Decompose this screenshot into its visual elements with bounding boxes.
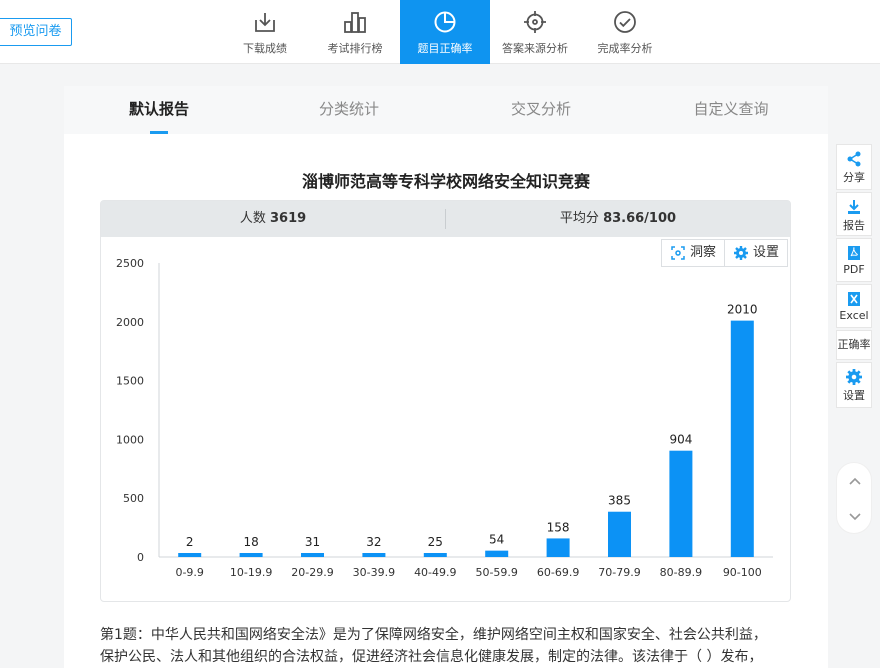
chart-settings-button[interactable]: 设置: [724, 239, 788, 267]
x-tick-label: 40-49.9: [414, 566, 456, 579]
tool-label: 考试排行榜: [327, 42, 383, 55]
bar: [669, 450, 693, 557]
y-tick-label: 0: [137, 551, 144, 564]
tool-label: 题目正确率: [417, 42, 473, 55]
accuracy-button[interactable]: 正确率: [836, 330, 872, 360]
settings-label: 设置: [753, 245, 780, 260]
pie-chart-icon: [434, 11, 456, 33]
report-title: 淄博师范高等专科学校网络安全知识竞赛: [301, 172, 590, 191]
chevron-up-icon: [849, 477, 861, 485]
gear-icon: [846, 369, 862, 385]
top-toolbar: 预览问卷 下载成绩 考试排行榜 题目正确率 答案来源分析 完成率分析: [0, 0, 880, 64]
insight-label: 洞察: [690, 245, 717, 260]
share-icon: [847, 151, 861, 167]
bar-value-label: 18: [243, 535, 258, 549]
report-tabs: 默认报告 分类统计 交叉分析 自定义查询: [64, 86, 828, 134]
bar-value-label: 158: [547, 520, 570, 534]
gear-icon: [734, 246, 748, 260]
pdf-export-button[interactable]: PDF: [836, 238, 872, 282]
download-scores-button[interactable]: 下载成绩: [220, 0, 310, 64]
x-tick-label: 0-9.9: [175, 566, 203, 579]
tab-category-stats[interactable]: 分类统计: [254, 86, 444, 134]
share-button[interactable]: 分享: [836, 144, 872, 190]
scroll-arrows: [836, 462, 872, 534]
x-tick-label: 10-19.9: [230, 566, 272, 579]
bar: [301, 553, 324, 557]
chevron-down-icon: [849, 513, 861, 521]
excel-icon: [848, 292, 860, 306]
excel-export-button[interactable]: Excel: [836, 284, 872, 328]
scan-icon: [671, 246, 685, 260]
bar-value-label: 32: [366, 535, 381, 549]
tab-cross-analysis[interactable]: 交叉分析: [446, 86, 636, 134]
accuracy-label: 正确率: [837, 338, 871, 351]
x-tick-label: 60-69.9: [537, 566, 579, 579]
report-download-button[interactable]: 报告: [836, 192, 872, 236]
y-tick-label: 2500: [116, 257, 144, 270]
x-tick-label: 70-79.9: [598, 566, 640, 579]
y-tick-label: 1500: [116, 375, 144, 388]
settings-label: 设置: [843, 389, 865, 402]
pdf-icon: [848, 246, 860, 260]
bar-value-label: 385: [608, 494, 631, 508]
x-tick-label: 20-29.9: [291, 566, 333, 579]
bar: [178, 553, 202, 557]
question-accuracy-button[interactable]: 题目正确率: [400, 0, 490, 64]
scroll-down-button[interactable]: [837, 499, 873, 535]
bar: [423, 553, 447, 557]
bar: [546, 538, 570, 557]
bar: [608, 511, 631, 557]
x-tick-label: 30-39.9: [353, 566, 395, 579]
ranking-icon: [344, 12, 366, 33]
bar-value-label: 904: [669, 433, 692, 447]
share-label: 分享: [843, 171, 865, 184]
question-line: 保护公民、法人和其他组织的合法权益，促进经济社会信息化健康发展，制定的法律。该法…: [100, 649, 763, 665]
completion-rate-button[interactable]: 完成率分析: [580, 0, 670, 64]
download-report-icon: [848, 200, 860, 214]
exam-ranking-button[interactable]: 考试排行榜: [310, 0, 400, 64]
y-tick-label: 1000: [116, 433, 144, 446]
x-tick-label: 90-100: [723, 566, 762, 579]
x-tick-label: 50-59.9: [475, 566, 517, 579]
bar: [239, 553, 263, 557]
bar-value-label: 31: [305, 535, 320, 549]
excel-label: Excel: [839, 309, 869, 322]
tab-default-report[interactable]: 默认报告: [64, 86, 254, 134]
x-tick-label: 80-89.9: [660, 566, 702, 579]
tool-label: 答案来源分析: [502, 42, 568, 55]
question-1-text: 第1题：中华人民共和国网络安全法》是为了保障网络安全，维护网络空间主权和国家安全…: [100, 624, 800, 668]
bar-value-label: 54: [489, 533, 504, 547]
report-panel: 默认报告 分类统计 交叉分析 自定义查询 淄博师范高等专科学校网络安全知识竞赛 …: [64, 86, 828, 668]
tab-custom-query[interactable]: 自定义查询: [636, 86, 826, 134]
bar: [362, 553, 386, 557]
pdf-label: PDF: [843, 263, 865, 276]
bar-value-label: 2010: [727, 303, 758, 317]
question-line: 第1题：中华人民共和国网络安全法》是为了保障网络安全，维护网络空间主权和国家安全…: [100, 627, 767, 643]
bar-value-label: 25: [428, 535, 443, 549]
check-circle-icon: [614, 11, 636, 33]
preview-survey-button[interactable]: 预览问卷: [0, 18, 72, 46]
crosshair-icon: [524, 11, 546, 33]
score-distribution-card: 人数 3619 平均分 83.66/100 0 500 1000 1500 2000 25…: [100, 200, 791, 602]
tool-label: 下载成绩: [243, 42, 287, 55]
answer-source-button[interactable]: 答案来源分析: [490, 0, 580, 64]
download-icon: [255, 13, 275, 32]
settings-button[interactable]: 设置: [836, 362, 872, 408]
y-tick-label: 500: [123, 492, 144, 505]
bar: [730, 320, 754, 557]
insight-button[interactable]: 洞察: [661, 239, 725, 267]
y-tick-label: 2000: [116, 316, 144, 329]
bar: [485, 550, 509, 557]
report-label: 报告: [843, 219, 865, 232]
bar-value-label: 2: [186, 535, 194, 549]
tool-label: 完成率分析: [597, 42, 653, 55]
scroll-up-button[interactable]: [837, 463, 873, 499]
